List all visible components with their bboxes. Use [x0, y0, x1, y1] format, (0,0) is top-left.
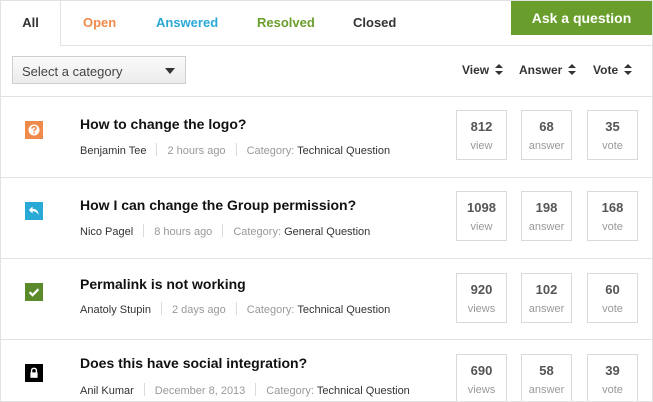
divider [143, 224, 145, 237]
sort-arrows-icon [568, 64, 577, 75]
vote-count: 39 vote [587, 354, 638, 401]
vote-count-number: 39 [605, 363, 620, 378]
sort-answer-label: Answer [519, 63, 563, 77]
question-time: December 8, 2013 [154, 385, 246, 397]
question-time: 2 days ago [171, 304, 226, 316]
divider [235, 302, 237, 315]
question-row: Permalink is not working Anatoly Stupin 2… [1, 259, 652, 340]
category-select[interactable]: Select a category [12, 56, 186, 84]
questions-widget: All Open Answered Resolved Closed Ask a … [0, 0, 653, 402]
checkmark-icon [25, 283, 43, 301]
chevron-down-icon [165, 68, 175, 74]
view-count-label: view [470, 140, 493, 152]
vote-count-label: vote [602, 221, 623, 233]
answer-count-label: answer [528, 140, 565, 152]
answer-count-number: 68 [539, 119, 554, 134]
view-count-label: views [467, 384, 496, 396]
divider [255, 383, 257, 396]
divider [156, 143, 158, 156]
question-time: 8 hours ago [154, 226, 213, 238]
vote-count: 168 vote [587, 191, 638, 241]
answer-count-label: answer [528, 221, 565, 233]
sort-arrows-icon [624, 64, 633, 75]
vote-count-number: 168 [601, 200, 624, 215]
question-mark-icon [25, 121, 43, 139]
question-row: How I can change the Group permission? N… [1, 178, 652, 259]
view-count-number: 920 [470, 282, 493, 297]
question-author[interactable]: Nico Pagel [80, 226, 133, 238]
answer-count: 68 answer [521, 110, 572, 160]
answer-count-number: 58 [539, 363, 554, 378]
lock-icon [25, 364, 43, 382]
category-label: Category: [246, 145, 295, 157]
view-count-number: 812 [470, 119, 493, 134]
divider [160, 302, 162, 315]
tab-closed[interactable]: Closed [353, 1, 396, 45]
divider [235, 143, 237, 156]
vote-count-number: 35 [605, 119, 620, 134]
answer-count-number: 198 [535, 200, 558, 215]
category-label: Category: [233, 226, 282, 238]
sort-by-view[interactable]: View [462, 63, 504, 77]
vote-count-number: 60 [605, 282, 620, 297]
question-meta: Benjamin Tee 2 hours ago Category: Technic… [80, 143, 390, 157]
view-count: 920 views [456, 273, 507, 323]
question-title[interactable]: Permalink is not working [80, 276, 246, 292]
view-count-number: 690 [470, 363, 493, 378]
view-count-number: 1098 [467, 200, 496, 215]
sort-view-label: View [462, 63, 490, 77]
sort-arrows-icon [495, 64, 504, 75]
question-category[interactable]: General Question [284, 226, 370, 238]
question-row: Does this have social integration? Anil … [1, 340, 652, 401]
divider [143, 383, 145, 396]
question-category[interactable]: Technical Question [297, 304, 390, 316]
category-select-label: Select a category [22, 64, 123, 79]
question-title[interactable]: How to change the logo? [80, 116, 246, 132]
question-meta: Nico Pagel 8 hours ago Category: General Q… [80, 224, 370, 238]
category-label: Category: [266, 385, 314, 397]
question-author[interactable]: Anatoly Stupin [80, 304, 151, 316]
category-label: Category: [246, 304, 295, 316]
ask-question-button[interactable]: Ask a question [511, 1, 652, 35]
vote-count-label: vote [602, 140, 623, 152]
filter-bar: Select a category View Answer Vote [1, 46, 652, 97]
vote-count: 35 vote [587, 110, 638, 160]
answer-count-label: answer [528, 384, 565, 396]
vote-count: 60 vote [587, 273, 638, 323]
vote-count-label: vote [602, 384, 623, 396]
tab-resolved[interactable]: Resolved [257, 1, 315, 45]
view-count-label: views [467, 303, 496, 315]
answer-count: 102 answer [521, 273, 572, 323]
reply-arrow-icon [25, 202, 43, 220]
divider [222, 224, 224, 237]
question-title[interactable]: How I can change the Group permission? [80, 197, 356, 213]
answer-count-label: answer [528, 303, 565, 315]
vote-count-label: vote [602, 303, 623, 315]
question-author[interactable]: Anil Kumar [80, 385, 134, 397]
answer-count-number: 102 [535, 282, 558, 297]
view-count: 690 views [456, 354, 507, 401]
status-tabs: All Open Answered Resolved Closed Ask a … [1, 1, 652, 46]
question-time: 2 hours ago [167, 145, 226, 157]
view-count-label: view [470, 221, 493, 233]
question-title[interactable]: Does this have social integration? [80, 355, 307, 371]
sort-by-vote[interactable]: Vote [593, 63, 633, 77]
view-count: 812 view [456, 110, 507, 160]
question-meta: Anil Kumar December 8, 2013 Category: Tech… [80, 383, 410, 397]
question-category[interactable]: Technical Question [317, 385, 410, 397]
question-meta: Anatoly Stupin 2 days ago Category: Techni… [80, 302, 390, 316]
answer-count: 58 answer [521, 354, 572, 401]
question-author[interactable]: Benjamin Tee [80, 145, 146, 157]
view-count: 1098 view [456, 191, 507, 241]
sort-vote-label: Vote [593, 63, 619, 77]
question-row: How to change the logo? Benjamin Tee 2 ho… [1, 97, 652, 178]
tab-open[interactable]: Open [83, 1, 116, 45]
question-category[interactable]: Technical Question [297, 145, 390, 157]
sort-by-answer[interactable]: Answer [519, 63, 577, 77]
answer-count: 198 answer [521, 191, 572, 241]
tab-answered[interactable]: Answered [156, 1, 218, 45]
tab-all[interactable]: All [1, 1, 61, 46]
